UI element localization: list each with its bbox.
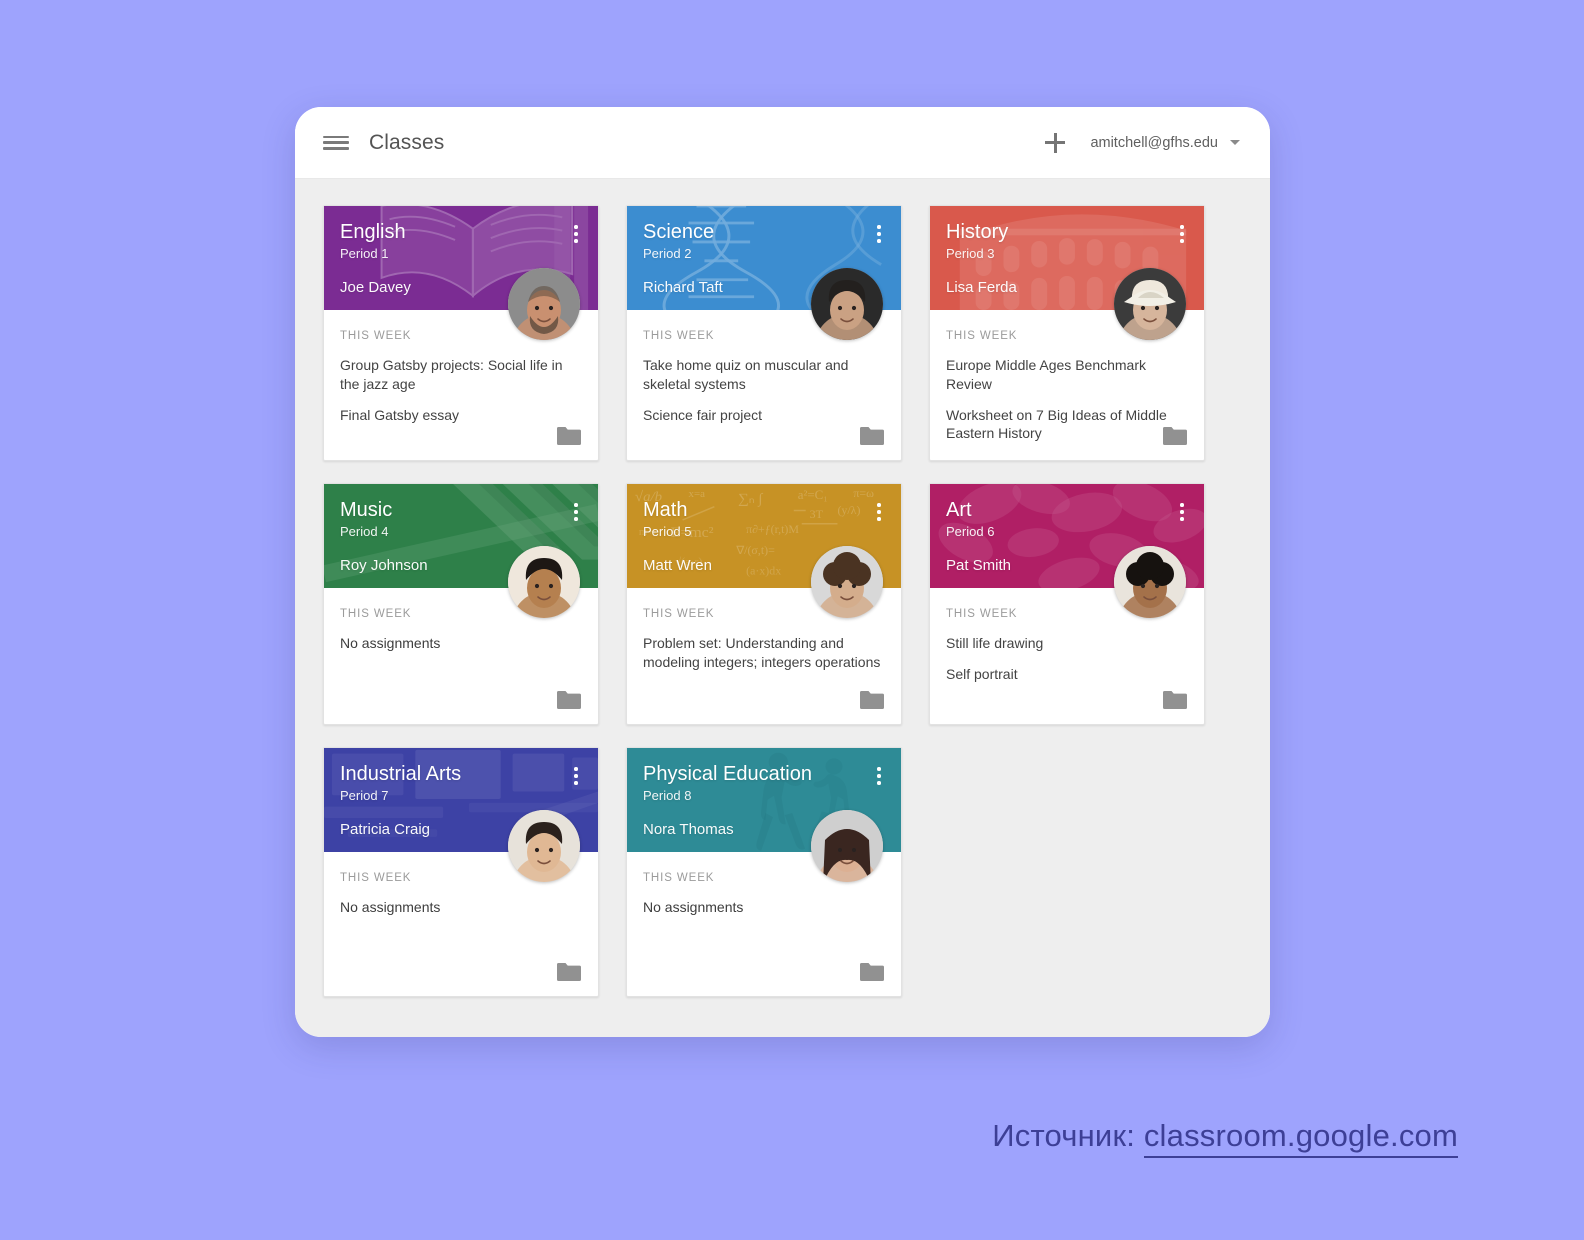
assignment-item[interactable]: Group Gatsby projects: Social life in th… [340,356,580,394]
avatar [508,268,580,340]
class-name: Physical Education [643,763,812,785]
more-vert-icon[interactable] [869,498,889,526]
class-name: History [946,221,1009,243]
class-name: Art [946,499,972,521]
class-period: Period 5 [643,524,692,539]
avatar [811,268,883,340]
folder-icon[interactable] [556,961,582,982]
class-card[interactable]: Science Period 2 Richard Taft THIS WEEK … [626,205,902,461]
app-bar: Classes amitchell@gfhs.edu [295,107,1270,179]
class-card[interactable]: √a/b x=a ∑ₙ ∫ a²=C₁ π=ω 3T (y/λ) E=mc² π… [626,483,902,725]
assignment-item[interactable]: Still life drawing [946,634,1186,653]
assignment-item[interactable]: Problem set: Understanding and modeling … [643,634,883,672]
assignment-list: Group Gatsby projects: Social life in th… [340,356,580,424]
class-name: Music [340,499,393,521]
svg-text:x=a: x=a [689,489,706,500]
avatar [811,810,883,882]
class-card[interactable]: Industrial Arts Period 7 Patricia Craig … [323,747,599,997]
folder-icon[interactable] [1162,425,1188,446]
assignment-item[interactable]: Europe Middle Ages Benchmark Review [946,356,1186,394]
class-card[interactable]: English Period 1 Joe Davey THIS WEEK Gro… [323,205,599,461]
class-period: Period 2 [643,246,692,261]
class-card[interactable]: Art Period 6 Pat Smith THIS WEEK Still l… [929,483,1205,725]
folder-icon[interactable] [859,961,885,982]
class-name: English [340,221,406,243]
folder-icon[interactable] [859,689,885,710]
assignment-item[interactable]: Worksheet on 7 Big Ideas of Middle Easte… [946,406,1186,444]
class-period: Period 1 [340,246,389,261]
class-card[interactable]: Physical Education Period 8 Nora Thomas … [626,747,902,997]
more-vert-icon[interactable] [1172,220,1192,248]
assignment-item[interactable]: Science fair project [643,406,883,425]
app-window: Classes amitchell@gfhs.edu English Perio… [295,107,1270,1037]
class-name: Science [643,221,715,243]
assignment-item[interactable]: Take home quiz on muscular and skeletal … [643,356,883,394]
source-credit-link[interactable]: classroom.google.com [1143,1118,1458,1158]
assignment-item[interactable]: No assignments [340,898,580,917]
class-period: Period 3 [946,246,995,261]
class-period: Period 8 [643,788,692,803]
avatar [508,810,580,882]
folder-icon[interactable] [859,425,885,446]
assignment-list: No assignments [643,898,883,917]
assignment-item[interactable]: Final Gatsby essay [340,406,580,425]
source-credit-prefix: Источник: [992,1118,1136,1153]
class-card[interactable]: Music Period 4 Roy Johnson THIS WEEK No … [323,483,599,725]
more-vert-icon[interactable] [869,220,889,248]
assignment-list: No assignments [340,634,580,653]
more-vert-icon[interactable] [869,762,889,790]
assignment-list: Take home quiz on muscular and skeletal … [643,356,883,424]
more-vert-icon[interactable] [566,220,586,248]
assignment-list: Still life drawing Self portrait [946,634,1186,684]
class-name: Industrial Arts [340,763,462,785]
class-card-grid: English Period 1 Joe Davey THIS WEEK Gro… [323,205,1246,997]
avatar [508,546,580,618]
folder-icon[interactable] [1162,689,1188,710]
avatar [1114,268,1186,340]
account-email: amitchell@gfhs.edu [1090,134,1218,151]
more-vert-icon[interactable] [566,498,586,526]
avatar [811,546,883,618]
hamburger-menu-icon[interactable] [323,133,349,153]
svg-text:∇/(σ,t)=: ∇/(σ,t)= [735,544,775,557]
more-vert-icon[interactable] [566,762,586,790]
folder-icon[interactable] [556,425,582,446]
class-period: Period 7 [340,788,389,803]
more-vert-icon[interactable] [1172,498,1192,526]
source-credit: Источник: classroom.google.com [992,1118,1458,1158]
class-period: Period 4 [340,524,389,539]
class-period: Period 6 [946,524,995,539]
assignment-item[interactable]: No assignments [340,634,580,653]
classes-content-area: English Period 1 Joe Davey THIS WEEK Gro… [295,179,1270,1037]
assignment-list: No assignments [340,898,580,917]
class-name: Math [643,499,688,521]
assignment-item[interactable]: Self portrait [946,665,1186,684]
avatar [1114,546,1186,618]
account-menu[interactable]: amitchell@gfhs.edu [1090,135,1240,151]
folder-icon[interactable] [556,689,582,710]
assignment-list: Problem set: Understanding and modeling … [643,634,883,672]
assignment-item[interactable]: No assignments [643,898,883,917]
class-card[interactable]: History Period 3 Lisa Ferda THIS WEEK Eu… [929,205,1205,461]
caret-down-icon [1230,140,1240,145]
plus-icon[interactable] [1038,126,1072,160]
assignment-list: Europe Middle Ages Benchmark Review Works… [946,356,1186,443]
page-title: Classes [369,130,445,154]
